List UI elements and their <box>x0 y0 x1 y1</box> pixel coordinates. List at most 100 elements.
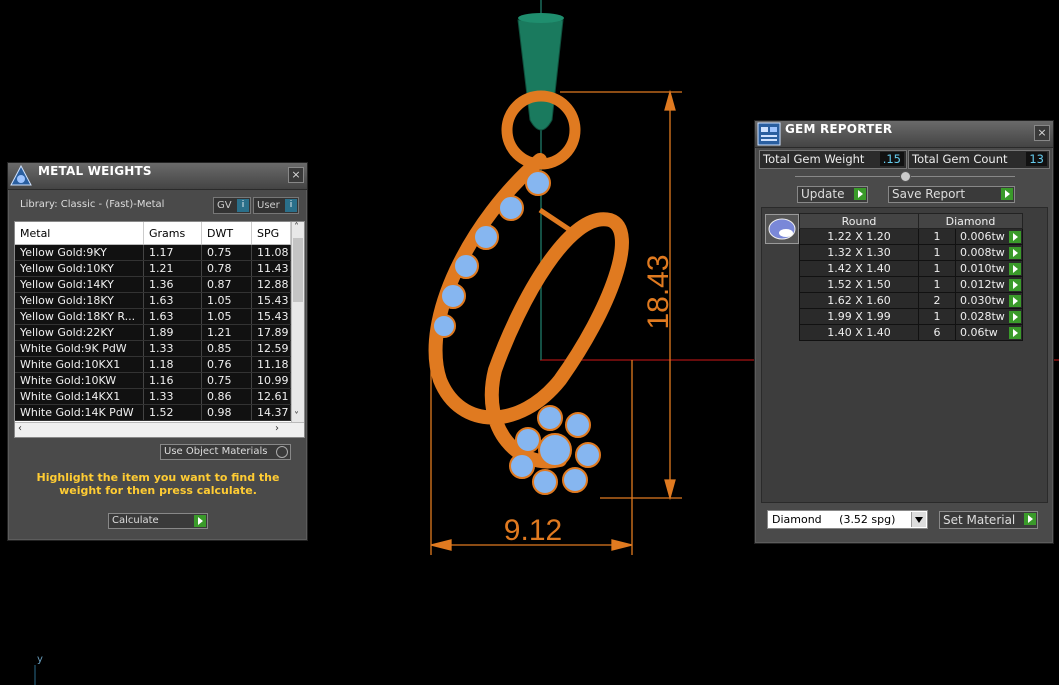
gem-cluster <box>509 405 601 495</box>
scroll-up-icon[interactable]: ˄ <box>294 222 299 233</box>
total-gem-weight-field: Total Gem Weight .15 <box>759 150 907 169</box>
table-cell: 17.89 <box>251 324 291 341</box>
gem-weight-value: 0.006tw <box>960 230 1005 243</box>
gem-reporter-titlebar[interactable]: GEM REPORTER × <box>755 121 1053 148</box>
gem-row[interactable]: 1.52 X 1.50 1 0.012tw <box>799 276 1023 293</box>
table-cell: White Gold:10KW <box>15 372 144 389</box>
calculate-button[interactable]: Calculate <box>108 513 208 529</box>
table-cell: 1.52 <box>143 404 202 421</box>
table-row[interactable]: Yellow Gold:9KY 1.17 0.75 11.08 <box>15 244 291 261</box>
gem-reporter-title: GEM REPORTER <box>785 122 893 136</box>
play-icon[interactable] <box>1009 311 1021 323</box>
table-cell: 11.08 <box>251 244 291 261</box>
play-icon[interactable] <box>1009 295 1021 307</box>
gem-weight-cell: 0.028tw <box>955 308 1023 325</box>
gem-weight-cell: 0.008tw <box>955 244 1023 261</box>
table-row[interactable]: Yellow Gold:22KY 1.89 1.21 17.89 <box>15 324 291 341</box>
gem-size-cell: 1.52 X 1.50 <box>799 276 919 293</box>
total-gem-count-label: Total Gem Count <box>912 152 1008 166</box>
play-icon <box>194 515 206 527</box>
pendant-connector <box>538 207 572 233</box>
gem-count-cell: 1 <box>918 276 956 293</box>
bail-top <box>518 13 564 23</box>
play-icon[interactable] <box>1009 247 1021 259</box>
table-cell: Yellow Gold:18KY R... <box>15 308 144 325</box>
gem-count-cell: 1 <box>918 244 956 261</box>
update-button[interactable]: Update <box>797 186 868 203</box>
column-header[interactable]: DWT <box>201 222 252 245</box>
gem-weight-cell: 0.010tw <box>955 260 1023 277</box>
play-icon[interactable] <box>1009 231 1021 243</box>
close-icon[interactable]: × <box>288 167 304 183</box>
play-icon[interactable] <box>1009 279 1021 291</box>
gem-size-cell: 1.42 X 1.40 <box>799 260 919 277</box>
gem-weight-value: 0.028tw <box>960 310 1005 323</box>
collapse-handle-icon[interactable] <box>900 171 911 182</box>
gem-table: Round Diamond 1.22 X 1.20 1 0.006tw 1.32 X … <box>799 213 1023 341</box>
column-header[interactable]: Metal <box>15 222 144 245</box>
gem-count-cell: 1 <box>918 228 956 245</box>
table-cell: White Gold:14K PdW <box>15 404 144 421</box>
table-row[interactable]: Yellow Gold:18KY R... 1.63 1.05 15.43 <box>15 308 291 325</box>
axis-gizmo-label: y <box>37 654 43 665</box>
column-header[interactable]: SPG <box>251 222 291 245</box>
scroll-left-icon[interactable]: ‹ <box>18 423 22 434</box>
info-icon: i <box>285 199 297 212</box>
user-toggle[interactable]: User i <box>253 197 299 214</box>
gem-row[interactable]: 1.40 X 1.40 6 0.06tw <box>799 324 1023 341</box>
gem-weight-value: 0.030tw <box>960 294 1005 307</box>
table-row[interactable]: White Gold:14KX1 1.33 0.86 12.61 <box>15 388 291 405</box>
gem-count-cell: 2 <box>918 292 956 309</box>
table-row[interactable]: White Gold:10KX1 1.18 0.76 11.18 <box>15 356 291 373</box>
table-cell: 1.63 <box>143 308 202 325</box>
play-icon[interactable] <box>1009 263 1021 275</box>
save-report-button[interactable]: Save Report <box>888 186 1015 203</box>
column-header[interactable]: Grams <box>143 222 202 245</box>
table-cell: 12.88 <box>251 276 291 293</box>
table-cell: 15.43 <box>251 292 291 309</box>
info-icon: i <box>237 199 249 212</box>
table-row[interactable]: White Gold:9K PdW 1.33 0.85 12.59 <box>15 340 291 357</box>
table-row[interactable]: Yellow Gold:18KY 1.63 1.05 15.43 <box>15 292 291 309</box>
horizontal-scrollbar[interactable]: ‹ › <box>15 422 304 437</box>
chevron-down-icon[interactable] <box>911 512 926 527</box>
gv-label: GV <box>217 200 232 211</box>
height-dimension-label: 18.43 <box>642 254 675 329</box>
play-icon <box>854 188 866 200</box>
play-icon[interactable] <box>1009 327 1021 339</box>
table-cell: 11.43 <box>251 260 291 277</box>
table-cell: 0.86 <box>201 388 252 405</box>
diamond-shape-icon[interactable] <box>765 214 799 244</box>
gem-row[interactable]: 1.99 X 1.99 1 0.028tw <box>799 308 1023 325</box>
close-icon[interactable]: × <box>1034 125 1050 141</box>
scroll-down-icon[interactable]: ˅ <box>294 411 299 422</box>
gem-row[interactable]: 1.32 X 1.30 1 0.008tw <box>799 244 1023 261</box>
table-row[interactable]: White Gold:14K PdW 1.52 0.98 14.37 <box>15 404 291 421</box>
gem-row[interactable]: 1.42 X 1.40 1 0.010tw <box>799 260 1023 277</box>
scrollbar-thumb[interactable] <box>293 238 303 302</box>
table-cell: Yellow Gold:9KY <box>15 244 144 261</box>
gem-count-cell: 6 <box>918 324 956 341</box>
vertical-scrollbar[interactable]: ˄ ˅ <box>291 222 304 422</box>
gem-size-cell: 1.22 X 1.20 <box>799 228 919 245</box>
table-cell: 0.87 <box>201 276 252 293</box>
table-cell: 1.89 <box>143 324 202 341</box>
radio-icon <box>276 446 288 458</box>
table-row[interactable]: Yellow Gold:10KY 1.21 0.78 11.43 <box>15 260 291 277</box>
play-icon <box>1024 513 1036 525</box>
table-row[interactable]: White Gold:10KW 1.16 0.75 10.99 <box>15 372 291 389</box>
table-cell: 12.59 <box>251 340 291 357</box>
total-gem-weight-value: .15 <box>879 152 904 166</box>
set-material-button[interactable]: Set Material <box>939 511 1038 529</box>
table-row[interactable]: Yellow Gold:14KY 1.36 0.87 12.88 <box>15 276 291 293</box>
metal-weights-titlebar[interactable]: METAL WEIGHTS × <box>8 163 307 190</box>
gem-row[interactable]: 1.22 X 1.20 1 0.006tw <box>799 228 1023 245</box>
scroll-right-icon[interactable]: › <box>275 423 279 434</box>
table-cell: Yellow Gold:10KY <box>15 260 144 277</box>
gv-toggle[interactable]: GV i <box>213 197 251 214</box>
table-cell: White Gold:9K PdW <box>15 340 144 357</box>
table-cell: White Gold:10KX1 <box>15 356 144 373</box>
use-object-materials-toggle[interactable]: Use Object Materials <box>160 444 291 460</box>
material-select[interactable]: Diamond (3.52 spg) <box>767 510 928 529</box>
gem-row[interactable]: 1.62 X 1.60 2 0.030tw <box>799 292 1023 309</box>
